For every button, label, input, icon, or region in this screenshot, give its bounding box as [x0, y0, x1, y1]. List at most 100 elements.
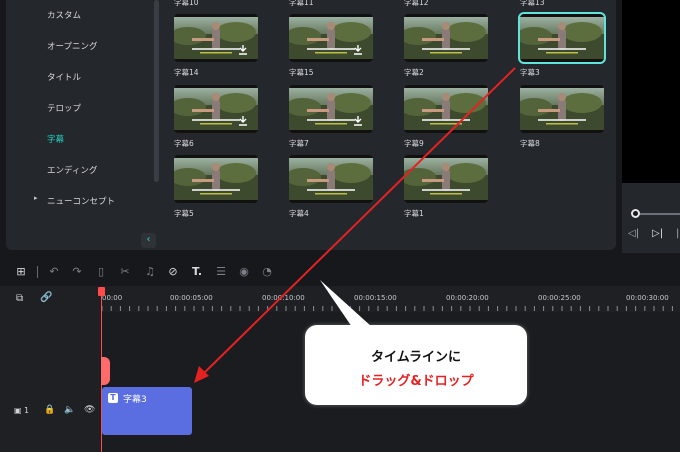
- player-controls: ◁| ▷| |: [622, 183, 680, 253]
- track-header-column: ⧉ 🔗 ▣ 1 🔒 🔈 👁: [0, 286, 100, 452]
- sidebar-item-label: 字幕: [47, 135, 65, 145]
- mute-icon[interactable]: 🔈: [64, 405, 75, 415]
- video-thumbnail-image: [520, 85, 604, 133]
- sidebar-item-title[interactable]: タイトル: [6, 67, 156, 87]
- sidebar-item-label: エンディング: [47, 166, 98, 176]
- template-caption: 字幕5: [174, 209, 194, 218]
- color-icon[interactable]: ◉: [237, 265, 251, 279]
- playhead-handle[interactable]: [101, 357, 110, 385]
- template-caption: 字幕15: [289, 68, 314, 77]
- ruler-time-label: 00:00:30:00: [626, 294, 669, 302]
- template-caption: 字幕4: [289, 209, 309, 218]
- seek-knob[interactable]: [631, 209, 640, 218]
- sidebar-item-label: カスタム: [47, 11, 82, 21]
- audio-icon[interactable]: ♫: [143, 265, 157, 279]
- video-thumbnail-image: [174, 155, 258, 203]
- sidebar-item-custom[interactable]: カスタム: [6, 5, 156, 25]
- template-thumbnail[interactable]: [404, 155, 488, 203]
- template-thumbnail[interactable]: [174, 155, 258, 203]
- toolbar-divider: [37, 266, 38, 278]
- redo-icon[interactable]: ↷: [70, 265, 84, 279]
- video-thumbnail-image: [174, 85, 258, 133]
- editor-window: カスタム オープニング タイトル テロップ 字幕 エンディング ▸ ニューコンセ…: [0, 0, 680, 452]
- sidebar-item-ending[interactable]: エンディング: [6, 160, 156, 180]
- template-caption: 字幕6: [174, 139, 194, 148]
- ruler-time-label: 00:00: [102, 294, 123, 302]
- template-thumbnail[interactable]: [404, 85, 488, 133]
- sidebar-item-label: タイトル: [47, 73, 82, 83]
- template-caption: 字幕7: [289, 139, 309, 148]
- sidebar-scrollbar[interactable]: [154, 0, 159, 182]
- subtitle-clip[interactable]: T 字幕3: [102, 387, 192, 435]
- sidebar-item-label: ニューコンセプト: [47, 197, 116, 207]
- video-thumbnail-image: [404, 155, 488, 203]
- ruler-time-label: 00:00:25:00: [538, 294, 581, 302]
- ruler-time-label: 00:00:05:00: [170, 294, 213, 302]
- lock-icon[interactable]: 🔒: [44, 405, 55, 415]
- play-icon[interactable]: ▷|: [652, 228, 663, 239]
- text-icon[interactable]: T.: [190, 265, 204, 279]
- callout-bubble: タイムラインに ドラッグ&ドロップ: [305, 325, 527, 405]
- callout-line-2: ドラッグ&ドロップ: [358, 374, 474, 389]
- timeline-ruler[interactable]: 00:00 00:00:05:00 00:00:10:00 00:00:15:00 00…: [100, 286, 680, 312]
- template-thumbnail[interactable]: [174, 14, 258, 62]
- template-caption: 字幕9: [404, 139, 424, 148]
- sidebar-item-label: テロップ: [47, 104, 82, 114]
- add-track-icon[interactable]: ⧉: [16, 293, 23, 304]
- template-caption: 字幕8: [520, 139, 540, 148]
- category-sidebar: カスタム オープニング タイトル テロップ 字幕 エンディング ▸ ニューコンセ…: [6, 0, 164, 250]
- playhead-top[interactable]: [98, 287, 105, 296]
- video-thumbnail-image: [404, 14, 488, 62]
- sidebar-item-opening[interactable]: オープニング: [6, 36, 156, 56]
- adjust-icon[interactable]: ☰: [214, 265, 228, 279]
- video-thumbnail-image: [520, 14, 604, 62]
- template-thumbnail[interactable]: [518, 12, 606, 64]
- video-thumbnail-image: [174, 14, 258, 62]
- clip-label: 字幕3: [123, 395, 147, 405]
- link-icon[interactable]: 🔗: [40, 292, 52, 303]
- disable-icon[interactable]: ⊘: [166, 265, 180, 279]
- ruler-time-label: 00:00:10:00: [262, 294, 305, 302]
- step-back-icon[interactable]: ◁|: [628, 228, 639, 239]
- sidebar-item-new-concept[interactable]: ▸ ニューコンセプト: [6, 191, 156, 211]
- layout-grid-icon[interactable]: ⊞: [14, 265, 28, 279]
- callout-line-1: タイムラインに: [370, 350, 462, 365]
- text-clip-icon: T: [108, 393, 118, 403]
- video-track-icon: ▣: [14, 406, 22, 415]
- ruler-ticks: [101, 306, 673, 311]
- template-caption: 字幕12: [404, 0, 429, 7]
- template-thumbnail[interactable]: [289, 155, 373, 203]
- speed-icon[interactable]: ◔: [260, 265, 274, 279]
- template-caption: 字幕14: [174, 68, 199, 77]
- ruler-time-label: 00:00:15:00: [354, 294, 397, 302]
- video-thumbnail-image: [289, 85, 373, 133]
- sidebar-item-subtitles[interactable]: 字幕: [6, 129, 156, 149]
- expand-arrow-icon[interactable]: ▸: [34, 194, 38, 202]
- template-thumbnail[interactable]: [404, 14, 488, 62]
- video-thumbnail-image: [404, 85, 488, 133]
- template-thumbnail[interactable]: [174, 85, 258, 133]
- scissors-icon[interactable]: ✂: [118, 265, 132, 279]
- trash-icon[interactable]: ▯: [94, 265, 108, 279]
- template-caption: 字幕3: [520, 68, 540, 77]
- sidebar-item-telop[interactable]: テロップ: [6, 98, 156, 118]
- video-thumbnail-image: [289, 155, 373, 203]
- template-caption: 字幕1: [404, 209, 424, 218]
- undo-icon[interactable]: ↶: [47, 265, 61, 279]
- template-caption: 字幕11: [289, 0, 314, 7]
- template-thumbnail[interactable]: [289, 85, 373, 133]
- template-grid: 字幕10 字幕11 字幕12 字幕13 字幕14 字幕15 字幕2 字幕3 字幕6 字幕7 字幕9 字…: [164, 0, 616, 250]
- template-caption: 字幕2: [404, 68, 424, 77]
- template-thumbnail[interactable]: [520, 85, 604, 133]
- chevron-left-icon: ‹: [146, 234, 151, 245]
- seek-bar[interactable]: [636, 213, 680, 215]
- template-caption: 字幕10: [174, 0, 199, 7]
- ruler-time-label: 00:00:20:00: [446, 294, 489, 302]
- eye-icon[interactable]: 👁: [84, 405, 95, 415]
- video-thumbnail-image: [289, 14, 373, 62]
- timeline-toolbar: ⊞ ↶ ↷ ▯ ✂ ♫ ⊘ T. ☰ ◉ ◔: [0, 258, 680, 286]
- play-more-icon[interactable]: |: [676, 228, 679, 239]
- collapse-sidebar-button[interactable]: ‹: [141, 233, 156, 248]
- sidebar-item-label: オープニング: [47, 42, 98, 52]
- template-thumbnail[interactable]: [289, 14, 373, 62]
